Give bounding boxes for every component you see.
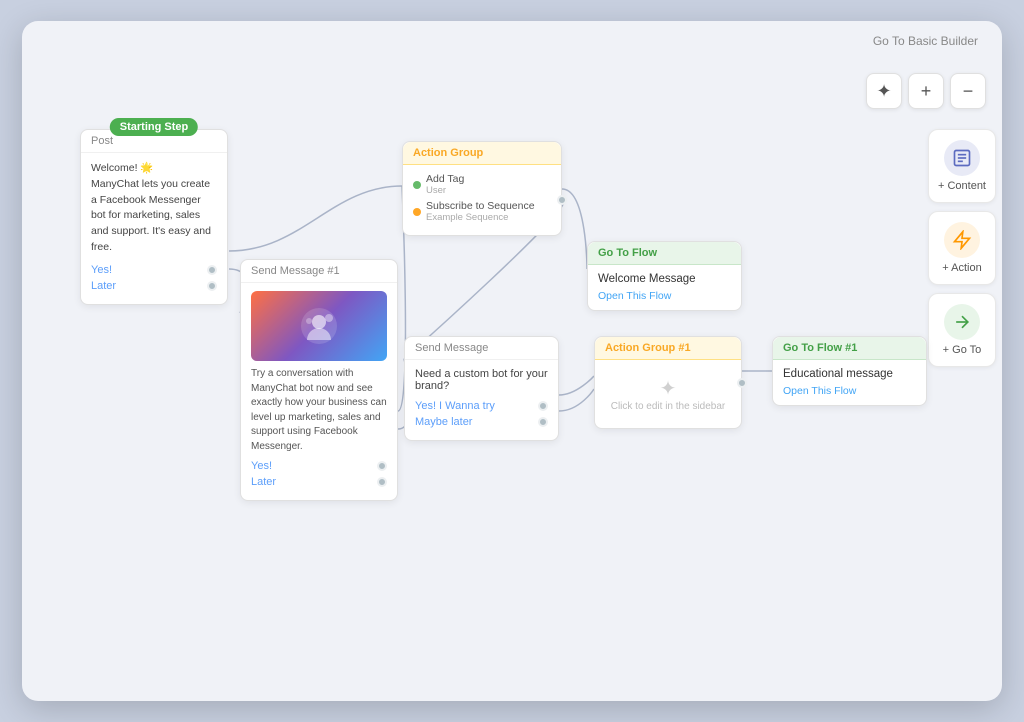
- send-message-1-node[interactable]: Send Message #1 Try a conversation with …: [240, 259, 398, 501]
- goto-flow-1-header: Go To Flow #1: [773, 337, 926, 360]
- open-this-flow-1-link[interactable]: Open This Flow: [783, 385, 916, 397]
- seq-dot: [413, 208, 421, 216]
- send-msg-2-yes[interactable]: Yes! I Wanna try: [415, 400, 548, 412]
- action-icon: [944, 222, 980, 258]
- goto-flow-header: Go To Flow: [588, 242, 741, 265]
- goto-flow-title: Welcome Message: [598, 273, 731, 285]
- goto-icon: [944, 304, 980, 340]
- send-msg-2-yes-label: Yes! I Wanna try: [415, 400, 495, 412]
- send-msg-1-body: Try a conversation with ManyChat bot now…: [251, 367, 387, 454]
- starting-step-node[interactable]: Starting Step Post Welcome! 🌟ManyChat le…: [80, 129, 228, 305]
- yes-label: Yes!: [91, 264, 112, 276]
- pin-button[interactable]: ✦: [866, 73, 902, 109]
- sidebar-right: + Content + Action + Go To: [922, 121, 1002, 375]
- minus-icon: −: [963, 81, 974, 102]
- go-to-basic-link[interactable]: Go To Basic Builder: [873, 34, 978, 48]
- click-edit-text: ✦ Click to edit in the sidebar: [605, 368, 731, 420]
- send-msg-1-yes-label: Yes!: [251, 460, 272, 472]
- send-msg-2-maybe-dot: [538, 417, 548, 427]
- open-this-flow-link[interactable]: Open This Flow: [598, 290, 731, 302]
- action-item-sequence: Subscribe to Sequence Example Sequence: [413, 200, 551, 223]
- top-bar: Go To Basic Builder: [873, 21, 1002, 61]
- tag-sub: User: [426, 185, 464, 196]
- goto-flow-node[interactable]: Go To Flow Welcome Message Open This Flo…: [587, 241, 742, 311]
- action-button[interactable]: + Action: [928, 211, 996, 285]
- content-icon: [944, 140, 980, 176]
- yes-dot: [207, 265, 217, 275]
- send-message-2-node[interactable]: Send Message Need a custom bot for your …: [404, 336, 559, 441]
- tag-label: Add Tag: [426, 173, 464, 185]
- seq-sub: Example Sequence: [426, 212, 535, 223]
- action-group-1-out-dot: [737, 378, 747, 388]
- plus-icon: +: [921, 81, 932, 102]
- msg-1-image: [251, 291, 387, 361]
- send-msg-1-header: Send Message #1: [241, 260, 397, 283]
- reply-later[interactable]: Later: [91, 280, 217, 292]
- send-msg-1-later-dot: [377, 477, 387, 487]
- tag-dot: [413, 181, 421, 189]
- goto-button[interactable]: + Go To: [928, 293, 996, 367]
- later-dot: [207, 281, 217, 291]
- content-label: + Content: [938, 180, 986, 192]
- action-group-header: Action Group: [403, 142, 561, 165]
- starting-step-badge: Starting Step: [110, 118, 198, 136]
- send-msg-2-maybe[interactable]: Maybe later: [415, 416, 548, 428]
- edit-icon: ✦: [605, 376, 731, 401]
- later-label: Later: [91, 280, 116, 292]
- zoom-in-button[interactable]: +: [908, 73, 944, 109]
- post-body: Welcome! 🌟ManyChat lets you create a Fac…: [91, 161, 217, 256]
- send-msg-2-maybe-label: Maybe later: [415, 416, 472, 428]
- send-msg-1-yes[interactable]: Yes!: [251, 460, 387, 472]
- main-canvas: Go To Basic Builder ✦ + − + Content: [22, 21, 1002, 701]
- action-group-1-header: Action Group #1: [595, 337, 741, 360]
- seq-label: Subscribe to Sequence: [426, 200, 535, 212]
- action-item-tag: Add Tag User: [413, 173, 551, 196]
- action-group-1-node[interactable]: Action Group #1 ✦ Click to edit in the s…: [594, 336, 742, 429]
- send-msg-1-yes-dot: [377, 461, 387, 471]
- zoom-out-button[interactable]: −: [950, 73, 986, 109]
- action-group-out-dot: [557, 195, 567, 205]
- send-msg-2-body: Need a custom bot for your brand?: [415, 368, 548, 392]
- send-msg-2-yes-dot: [538, 401, 548, 411]
- goto-label: + Go To: [943, 344, 982, 356]
- send-msg-2-header: Send Message: [405, 337, 558, 360]
- reply-yes[interactable]: Yes!: [91, 264, 217, 276]
- send-msg-1-later[interactable]: Later: [251, 476, 387, 488]
- send-msg-1-later-label: Later: [251, 476, 276, 488]
- action-group-node[interactable]: Action Group Add Tag User Subscribe to S…: [402, 141, 562, 236]
- action-label: + Action: [942, 262, 981, 274]
- content-button[interactable]: + Content: [928, 129, 996, 203]
- pin-icon: ✦: [876, 81, 891, 102]
- goto-flow-1-node[interactable]: Go To Flow #1 Educational message Open T…: [772, 336, 927, 406]
- goto-flow-1-title: Educational message: [783, 368, 916, 380]
- toolbar: ✦ + −: [866, 73, 986, 109]
